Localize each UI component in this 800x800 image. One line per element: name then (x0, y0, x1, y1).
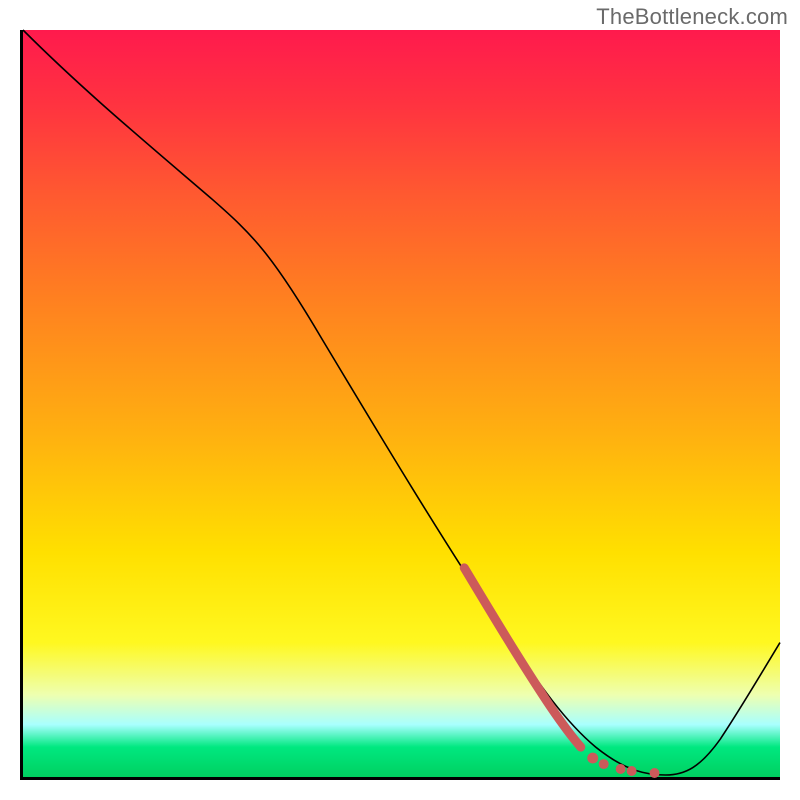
highlight-dot (627, 766, 637, 776)
highlight-dot (616, 764, 626, 774)
chart-container: { "watermark": "TheBottleneck.com", "cha… (0, 0, 800, 800)
highlight-segment (464, 568, 581, 747)
highlight-dot (599, 759, 609, 769)
chart-svg (23, 30, 780, 777)
highlight-dot (650, 768, 660, 778)
curve-line (23, 30, 780, 775)
highlight-dot (587, 753, 598, 764)
watermark-text: TheBottleneck.com (596, 4, 788, 30)
plot-area (20, 30, 780, 780)
